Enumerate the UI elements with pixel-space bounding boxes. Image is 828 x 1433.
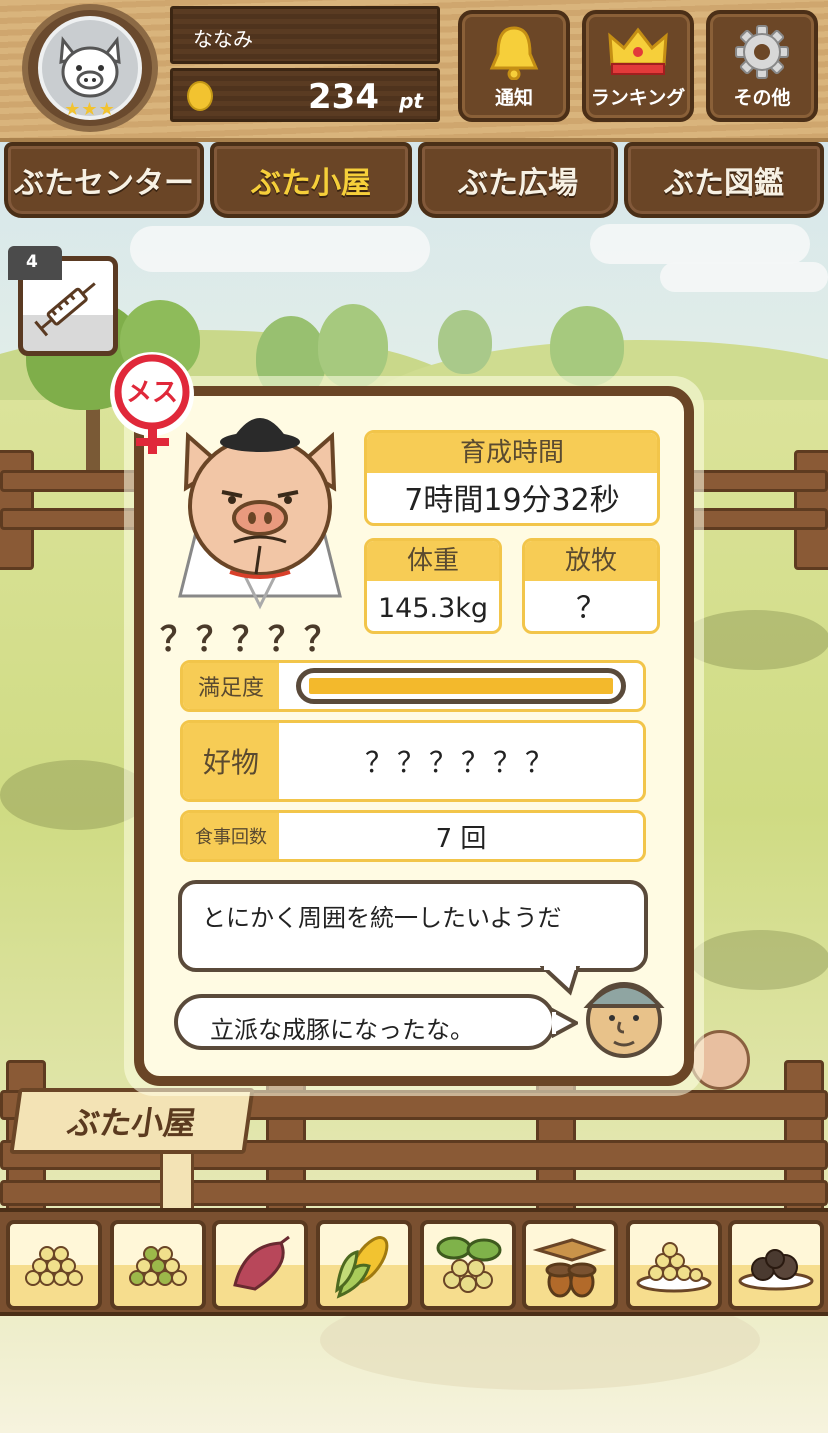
satisfaction-label: 満足度: [183, 663, 279, 709]
main-tabs: ぶたセンター ぶた小屋 ぶた広場 ぶた図鑑: [0, 138, 828, 222]
favorite-food-row: 好物 ？？？？？？: [180, 720, 646, 802]
grazing-box: 放牧 ？: [522, 538, 660, 634]
notification-button[interactable]: 通知: [458, 10, 570, 122]
pig-face-icon: [59, 36, 121, 98]
growth-time-box: 育成時間 7時間19分32秒: [364, 430, 660, 526]
soybean-pile-icon: [25, 1246, 83, 1286]
food-bar: [0, 1208, 828, 1316]
food-item-sweet-potato[interactable]: [212, 1220, 308, 1310]
growth-time-value: 7時間19分32秒: [404, 483, 620, 518]
tree: [438, 310, 492, 374]
food-item-acorns[interactable]: [522, 1220, 618, 1310]
fence-rail: [0, 508, 140, 530]
crown-icon: [608, 27, 668, 75]
leafy-beans-icon: [436, 1236, 502, 1293]
tab-buta-plaza[interactable]: ぶた広場: [418, 142, 618, 218]
user-avatar[interactable]: ★★★: [22, 4, 158, 132]
tab-label: ぶたセンター: [14, 166, 194, 201]
place-sign-text: ぶた小屋: [65, 1104, 199, 1142]
satisfaction-gauge-fill: [309, 678, 613, 694]
item-count-badge: 4: [8, 246, 62, 280]
tab-label: ぶた小屋: [251, 166, 371, 201]
favorite-food-label: 好物: [183, 723, 279, 799]
tab-buta-encyclopedia[interactable]: ぶた図鑑: [624, 142, 824, 218]
item-count: 4: [26, 252, 38, 272]
tab-buta-hut[interactable]: ぶた小屋: [210, 142, 412, 218]
mixed-bean-pile-icon: [129, 1246, 187, 1286]
farmer-message-text: 立派な成豚になったな。: [210, 1016, 474, 1044]
food-item-leafy-beans[interactable]: [420, 1220, 516, 1310]
pig-portrait: [178, 418, 342, 610]
ranking-label: ランキング: [590, 87, 686, 109]
tab-label: ぶた広場: [458, 166, 578, 201]
farmer-face-icon: [583, 982, 665, 1058]
food-item-soybeans[interactable]: [6, 1220, 102, 1310]
tab-label: ぶた図鑑: [664, 166, 784, 201]
user-name-bar: ななみ: [170, 6, 440, 64]
ground-shadow: [690, 930, 828, 990]
favorite-food-value: ？？？？？？: [364, 746, 557, 779]
fence-rail: [0, 1180, 828, 1206]
points-bar: 234 pt: [170, 68, 440, 122]
farmer-message-bubble: 立派な成豚になったな。: [174, 994, 556, 1050]
sweet-potato-icon: [233, 1235, 290, 1291]
meal-count-row: 食事回数 7 回: [180, 810, 646, 862]
weight-label: 体重: [367, 541, 499, 581]
growth-time-label: 育成時間: [367, 433, 657, 473]
points-unit: pt: [399, 89, 423, 113]
header-bar: ★★★ ななみ 234 pt 通知 ランキング その他: [0, 0, 828, 142]
satisfaction-gauge: [296, 668, 626, 704]
tab-buta-center[interactable]: ぶたセンター: [4, 142, 204, 218]
coin-icon: [187, 81, 213, 111]
fence-rail: [0, 470, 140, 492]
satisfaction-row: 満足度: [180, 660, 646, 712]
food-item-bean-plate[interactable]: [626, 1220, 722, 1310]
user-name: ななみ: [193, 27, 253, 51]
weight-value: 145.3kg: [377, 593, 489, 624]
cloud: [590, 224, 810, 264]
grazing-value: ？: [576, 591, 606, 626]
pig-comment-text: とにかく周囲を統一したいようだ: [202, 904, 562, 932]
acorn-icon: [532, 1238, 607, 1298]
food-item-mixed-beans[interactable]: [110, 1220, 206, 1310]
rank-stars-icon: ★★★: [64, 99, 116, 120]
pig-name: ？？？？？: [160, 620, 340, 660]
food-item-corn[interactable]: [316, 1220, 412, 1310]
weight-box: 体重 145.3kg: [364, 538, 502, 634]
pig-comment-bubble: とにかく周囲を統一したいようだ: [178, 880, 648, 972]
cloud: [130, 226, 430, 272]
food-item-truffles[interactable]: [728, 1220, 824, 1310]
others-button[interactable]: その他: [706, 10, 818, 122]
tree: [550, 306, 624, 386]
bean-plate-icon: [636, 1242, 712, 1293]
truffle-plate-icon: [738, 1249, 814, 1291]
avatar-medal: ★★★: [38, 16, 142, 120]
fence-rail: [690, 470, 828, 492]
others-label: その他: [733, 87, 791, 109]
notification-label: 通知: [494, 87, 533, 109]
ranking-button[interactable]: ランキング: [582, 10, 694, 122]
gear-icon: [735, 25, 789, 79]
bell-icon: [489, 26, 539, 80]
farmer-bubble-tail: [552, 1008, 578, 1038]
meal-count-value: 7 回: [435, 823, 487, 854]
corn-icon: [335, 1236, 389, 1299]
points-value: 234: [308, 77, 379, 117]
satisfaction-gauge-cell: [279, 663, 643, 709]
place-signboard: ぶた小屋: [9, 1088, 255, 1154]
cloud: [660, 262, 828, 292]
bubble-tail: [540, 966, 580, 996]
meal-count-label: 食事回数: [183, 813, 279, 859]
grazing-label: 放牧: [525, 541, 657, 581]
fence-rail: [690, 508, 828, 530]
